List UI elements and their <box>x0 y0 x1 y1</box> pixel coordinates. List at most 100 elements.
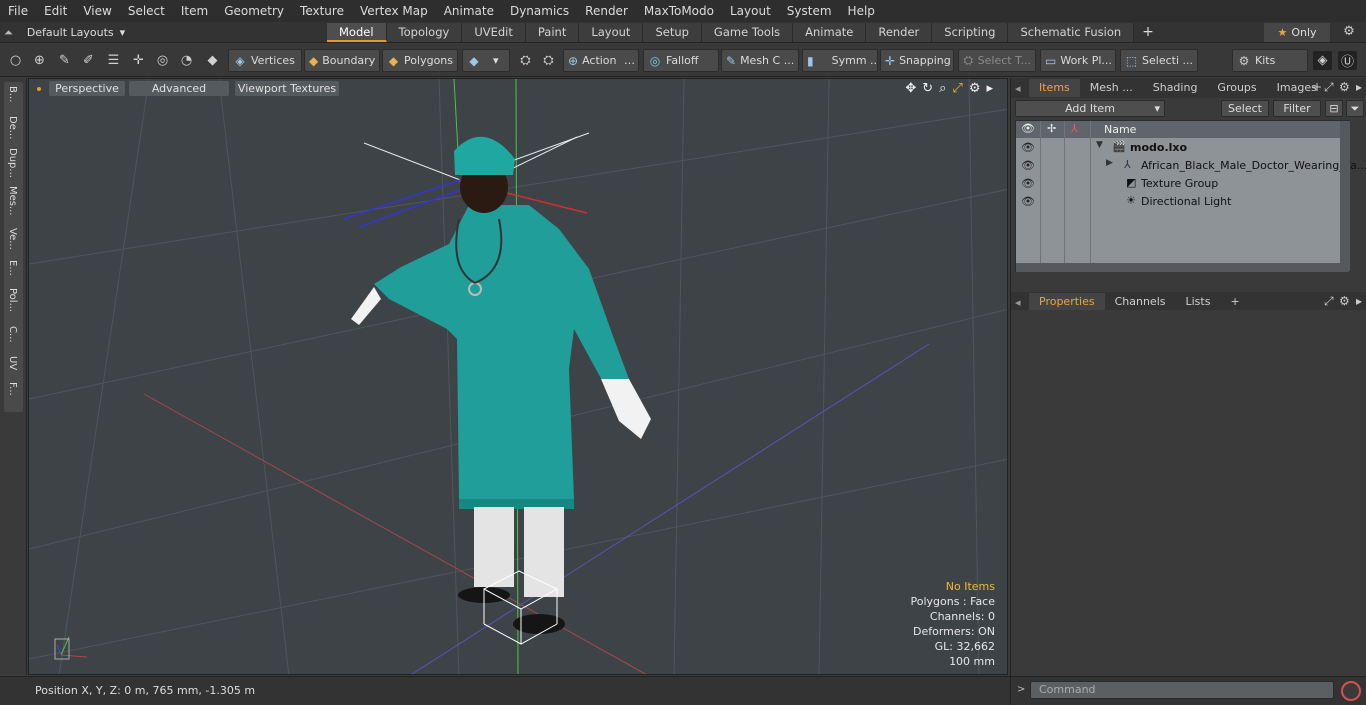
select-through-button[interactable]: ⛭ Select T... <box>958 49 1036 72</box>
vtab-duplicate[interactable]: Dup... <box>7 148 18 178</box>
add-panel-tab-icon[interactable]: + <box>1312 80 1322 94</box>
vertices-button[interactable]: ◈ Vertices <box>228 49 302 72</box>
rotate-view-icon[interactable]: ↻ <box>922 81 933 96</box>
vtab-deform[interactable]: De... <box>7 116 18 139</box>
vtab-curve[interactable]: C... <box>7 326 18 343</box>
snap-b-icon[interactable]: ⛭ <box>539 51 558 70</box>
item-list[interactable]: 👁 ✢ ⅄ Name 👁 ▼ 🎬 modo.lxo 👁 ▶ ⅄ African_… <box>1015 120 1366 272</box>
boundary-button[interactable]: ◆ Boundary <box>304 49 380 72</box>
falloff-button[interactable]: ◎ Falloff <box>643 49 719 72</box>
maximize-view-icon[interactable]: ⤢ <box>952 81 962 96</box>
add-panel-tab-icon[interactable]: + <box>1220 293 1249 311</box>
tab-shading[interactable]: Shading <box>1143 79 1208 97</box>
symmetry-button[interactable]: ▮ Symm ... <box>802 49 878 72</box>
add-tab-icon[interactable]: + <box>1134 23 1162 42</box>
tab-channels[interactable]: Channels <box>1105 293 1176 311</box>
tab-model[interactable]: Model <box>327 23 387 42</box>
vtab-vertex[interactable]: Ve... <box>7 228 18 250</box>
panel-arrow-icon[interactable]: ▸ <box>1356 294 1362 308</box>
snapping-button[interactable]: ✛ Snapping <box>880 49 954 72</box>
vtab-fusion[interactable]: F... <box>7 382 18 396</box>
vtab-polygon[interactable]: Pol... <box>7 288 18 312</box>
tab-items[interactable]: Items <box>1029 79 1080 97</box>
menu-maxtomodo[interactable]: MaxToModo <box>636 0 722 22</box>
vtab-basic[interactable]: B... <box>7 86 18 102</box>
tab-schematic-fusion[interactable]: Schematic Fusion <box>1008 23 1135 42</box>
tab-animate[interactable]: Animate <box>793 23 867 42</box>
command-input[interactable]: Command <box>1030 681 1334 699</box>
list-horizontal-scrollbar[interactable] <box>1016 263 1349 272</box>
layout-dropdown[interactable]: ⏶ Default Layouts ▾ <box>4 24 125 41</box>
work-plane-button[interactable]: ▭ Work Pl... <box>1040 49 1116 72</box>
circle-select-icon[interactable]: ○ <box>6 51 25 70</box>
menu-layout[interactable]: Layout <box>722 0 779 22</box>
perspective-button[interactable]: Perspective <box>49 81 125 96</box>
vtab-edge[interactable]: E... <box>7 260 18 276</box>
globe-icon[interactable]: ⊕ <box>30 51 49 70</box>
menu-select[interactable]: Select <box>120 0 173 22</box>
tab-game-tools[interactable]: Game Tools <box>701 23 794 42</box>
expand-arrow-icon[interactable]: ▼ <box>1096 140 1103 150</box>
play-arrow-icon[interactable]: ▸ <box>986 81 993 96</box>
eye-icon[interactable]: 👁 <box>1021 195 1035 208</box>
viewport-textures-button[interactable]: Viewport Textures <box>235 81 339 96</box>
vtab-uv[interactable]: UV <box>7 356 18 370</box>
filter-button[interactable]: Filter <box>1273 100 1321 117</box>
eye-icon[interactable]: 👁 <box>1021 177 1035 190</box>
rotate-icon[interactable]: ◔ <box>177 51 196 70</box>
record-macro-icon[interactable] <box>1341 681 1361 701</box>
menu-view[interactable]: View <box>75 0 119 22</box>
panel-arrow-icon[interactable]: ▸ <box>1356 80 1362 94</box>
menu-dynamics[interactable]: Dynamics <box>502 0 577 22</box>
viewport-gear-icon[interactable]: ⚙ <box>969 81 981 96</box>
menu-edit[interactable]: Edit <box>36 0 75 22</box>
cube-icon[interactable]: ◆ <box>203 51 222 70</box>
panel-menu-icon[interactable]: ◂ <box>1011 296 1025 309</box>
zoom-view-icon[interactable]: ⌕ <box>939 81 946 96</box>
unreal-icon[interactable]: Ⓤ <box>1338 51 1357 70</box>
tab-scripting[interactable]: Scripting <box>932 23 1009 42</box>
tab-topology[interactable]: Topology <box>386 23 463 42</box>
panel-menu-icon[interactable]: ◂ <box>1011 82 1025 95</box>
expand-arrow-icon[interactable]: ▶ <box>1106 158 1113 168</box>
action-button[interactable]: ⊕ Action … <box>563 49 639 72</box>
menu-item[interactable]: Item <box>173 0 216 22</box>
panel-gear-icon[interactable]: ⚙ <box>1339 80 1350 94</box>
unity-icon[interactable]: ◈ <box>1313 51 1332 70</box>
brush-icon[interactable]: ✐ <box>79 51 98 70</box>
menu-geometry[interactable]: Geometry <box>216 0 292 22</box>
menu-vertex-map[interactable]: Vertex Map <box>352 0 436 22</box>
select-button[interactable]: Select <box>1221 100 1269 117</box>
tab-paint[interactable]: Paint <box>525 23 580 42</box>
mesh-constraint-button[interactable]: ✎ Mesh C ... <box>721 49 799 72</box>
list-item[interactable]: 👁 ▼ 🎬 modo.lxo <box>1016 139 1349 157</box>
item-mode-dropdown[interactable]: ◆ ▾ <box>462 49 510 72</box>
eye-icon[interactable]: 👁 <box>1021 141 1035 154</box>
center-icon[interactable]: ◎ <box>153 51 172 70</box>
menu-system[interactable]: System <box>779 0 840 22</box>
add-item-dropdown[interactable]: Add Item ▾ <box>1015 100 1165 117</box>
polygons-button[interactable]: ◆ Polygons <box>382 49 458 72</box>
tab-properties[interactable]: Properties <box>1029 293 1105 311</box>
funnel-icon[interactable]: ⏷ <box>1346 100 1364 117</box>
tab-lists[interactable]: Lists <box>1176 293 1221 311</box>
selection-sets-button[interactable]: ⬚ Selecti ... <box>1120 49 1198 72</box>
tab-setup[interactable]: Setup <box>643 23 702 42</box>
tab-mesh[interactable]: Mesh ... <box>1080 79 1143 97</box>
gear-icon[interactable]: ⚙ <box>1340 24 1358 42</box>
tab-uvedit[interactable]: UVEdit <box>462 23 526 42</box>
pen-icon[interactable]: ✎ <box>55 51 74 70</box>
3d-viewport[interactable]: Perspective Advanced Viewport Textures ✥… <box>28 78 1008 675</box>
only-button[interactable]: ★ Only <box>1264 23 1330 42</box>
name-column-header[interactable]: Name <box>1104 123 1136 136</box>
list-item[interactable]: 👁 ☀ Directional Light <box>1016 193 1349 211</box>
transform-icon[interactable]: ✛ <box>129 51 148 70</box>
snap-a-icon[interactable]: ⛭ <box>516 51 535 70</box>
list-item[interactable]: 👁 ▶ ⅄ African_Black_Male_Doctor_Wearing_… <box>1016 157 1366 175</box>
tab-layout[interactable]: Layout <box>579 23 644 42</box>
panel-gear-icon[interactable]: ⚙ <box>1339 294 1350 308</box>
move-view-icon[interactable]: ✥ <box>905 81 916 96</box>
tab-groups[interactable]: Groups <box>1207 79 1266 97</box>
doctor-model[interactable] <box>351 136 651 634</box>
tab-render[interactable]: Render <box>866 23 933 42</box>
